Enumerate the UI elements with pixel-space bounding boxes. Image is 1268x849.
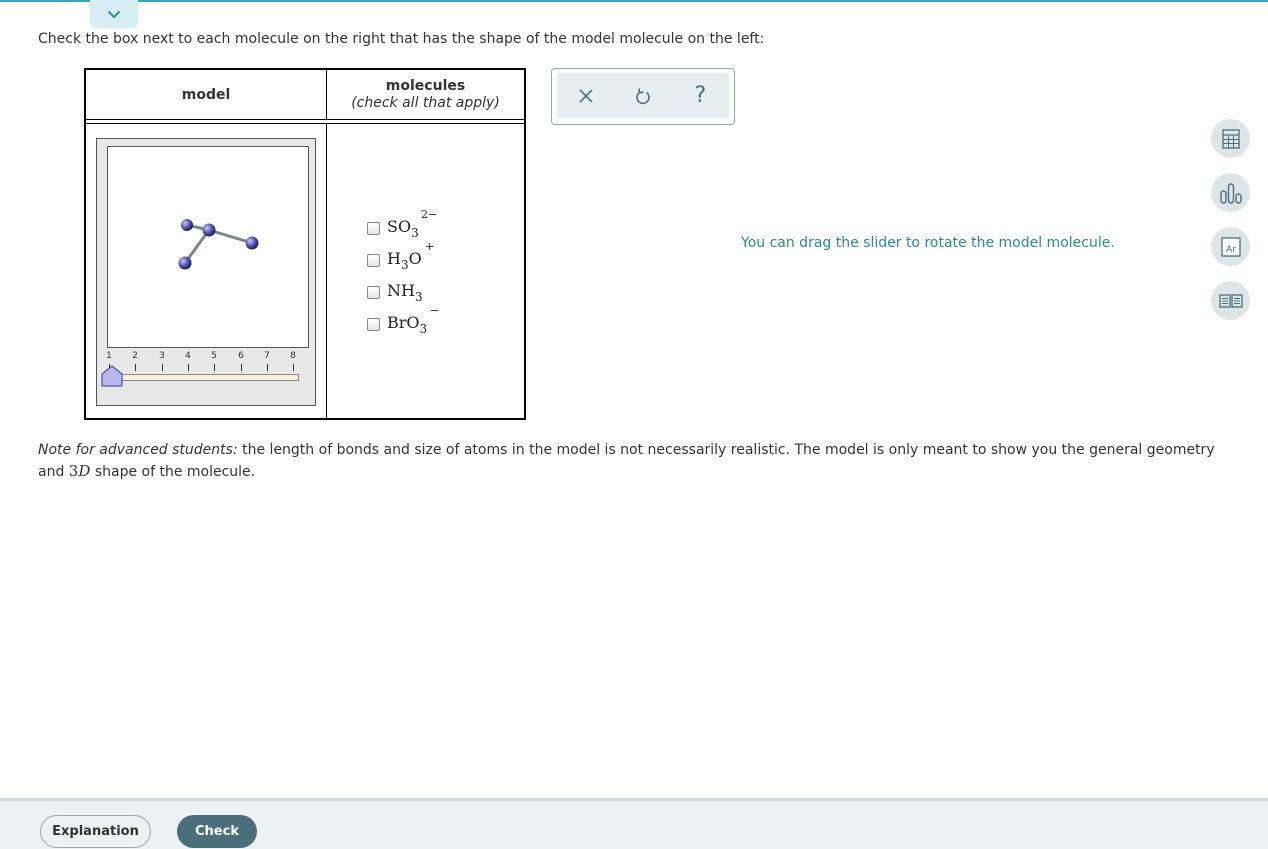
- molecule-option-nh3[interactable]: NH3: [367, 276, 427, 308]
- molecule-formula: BrO3−: [387, 303, 440, 336]
- molecules-header-title: molecules: [385, 77, 466, 94]
- question-table: model molecules (check all that apply) 1…: [84, 68, 526, 420]
- chevron-down-icon: [107, 10, 121, 18]
- toolbox-buttons: ?: [557, 73, 729, 118]
- molecule-option-so3[interactable]: SO3 2−: [367, 207, 438, 244]
- chart-icon: [1219, 182, 1242, 204]
- slider-tick: [162, 364, 163, 371]
- slider-tick-label: 5: [211, 351, 217, 361]
- svg-text:Ar: Ar: [1226, 245, 1236, 255]
- molecule-canvas[interactable]: [107, 146, 309, 348]
- molecule-option-bro3[interactable]: BrO3−: [367, 303, 440, 340]
- slider-tick: [241, 364, 242, 371]
- column-header-model: model: [84, 68, 327, 120]
- calculator-icon: [1221, 128, 1240, 149]
- slider-tick-label: 1: [106, 351, 112, 361]
- molecule-checkbox[interactable]: [367, 221, 380, 235]
- calculator-button[interactable]: [1211, 119, 1250, 158]
- answer-toolbox: ?: [551, 68, 735, 125]
- molecule-checkbox[interactable]: [367, 253, 380, 267]
- collapse-tab[interactable]: [90, 0, 138, 28]
- note-text-end: shape of the molecule.: [90, 464, 256, 480]
- slider-handle[interactable]: [101, 365, 123, 387]
- slider-tick-label: 8: [290, 351, 296, 361]
- slider-hint: You can drag the slider to rotate the mo…: [741, 235, 1115, 251]
- instructions: Check the box next to each molecule on t…: [38, 31, 765, 47]
- note-lead: Note for advanced students:: [38, 442, 238, 458]
- footer-bar: Explanation Check: [0, 798, 1268, 849]
- molecule-formula: H3O +: [387, 239, 435, 272]
- slider-tick-label: 2: [132, 351, 138, 361]
- note-math: 3D: [68, 462, 91, 480]
- periodic-table-button[interactable]: Ar: [1211, 227, 1250, 266]
- slider-tick: [267, 364, 268, 371]
- slider-tick: [293, 364, 294, 371]
- molecule-option-h3o[interactable]: H3O +: [367, 239, 435, 276]
- undo-button[interactable]: [628, 81, 658, 111]
- slider-tick-label: 4: [185, 351, 191, 361]
- advanced-note: Note for advanced students: the length o…: [38, 440, 1218, 483]
- reference-button[interactable]: [1211, 281, 1250, 320]
- periodic-table-icon: Ar: [1220, 236, 1241, 257]
- explanation-button[interactable]: Explanation: [40, 815, 151, 848]
- slider-tick: [214, 364, 215, 371]
- molecule-viewer: 1 2 3 4 5 6 7 8: [96, 138, 316, 406]
- undo-icon: [636, 87, 650, 104]
- reference-book-icon: [1218, 293, 1243, 308]
- slider-tick-label: 6: [238, 351, 244, 361]
- molecules-cell: SO3 2− H3O + NH3 BrO3−: [326, 123, 526, 420]
- clear-button[interactable]: [571, 81, 601, 111]
- molecule-formula: NH3: [387, 280, 423, 304]
- data-button[interactable]: [1211, 173, 1250, 212]
- molecule-checkbox[interactable]: [367, 285, 380, 299]
- help-icon: ?: [694, 83, 707, 108]
- molecule-list: SO3 2− H3O + NH3 BrO3−: [367, 207, 440, 340]
- slider-tick: [135, 364, 136, 371]
- rotation-slider[interactable]: 1 2 3 4 5 6 7 8: [101, 351, 311, 396]
- check-button[interactable]: Check: [177, 815, 257, 848]
- molecule-formula: SO3 2−: [387, 207, 438, 240]
- column-header-molecules: molecules (check all that apply): [326, 68, 526, 120]
- help-button[interactable]: ?: [685, 81, 715, 111]
- slider-tick-label: 3: [159, 351, 165, 361]
- molecule-checkbox[interactable]: [367, 317, 380, 331]
- top-accent-line: [0, 0, 1268, 2]
- slider-tick-label: 7: [264, 351, 270, 361]
- molecules-header-subtitle: (check all that apply): [351, 94, 500, 111]
- slider-track[interactable]: [109, 374, 299, 381]
- close-icon: [579, 88, 593, 103]
- bent-molecule-model: [178, 219, 259, 270]
- slider-tick: [188, 364, 189, 371]
- model-cell: 1 2 3 4 5 6 7 8: [84, 123, 327, 420]
